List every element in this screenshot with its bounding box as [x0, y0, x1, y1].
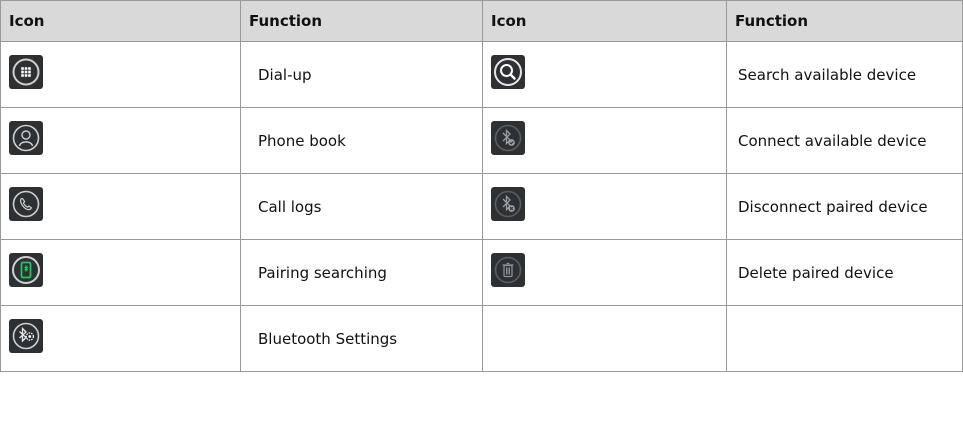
delete-trash-icon [491, 252, 525, 287]
table-row: Phone book Connect available device [0, 107, 963, 174]
header-icon: Icon [0, 0, 241, 42]
icon-function-table: Icon Function Icon Function Dial-up Sear… [0, 0, 963, 372]
table-row: Pairing searching Delete paired device [0, 239, 963, 306]
function-call-logs: Call logs [240, 173, 483, 240]
search-icon [491, 54, 525, 89]
bluetooth-connect-icon [491, 120, 525, 155]
phonebook-contact-icon [9, 120, 43, 155]
header-function: Function [240, 0, 483, 42]
empty-cell [726, 305, 963, 372]
dialpad-icon [9, 54, 43, 89]
empty-cell [482, 305, 727, 372]
header-row: Icon Function Icon Function [0, 0, 963, 42]
function-search-available-device: Search available device [726, 41, 963, 108]
bluetooth-disconnect-icon [491, 186, 525, 221]
table-row: Dial-up Search available device [0, 41, 963, 108]
pairing-search-phone-icon [9, 252, 43, 287]
function-disconnect-paired-device: Disconnect paired device [726, 173, 963, 240]
table-row: Call logs Disconnect paired device [0, 173, 963, 240]
function-pairing-searching: Pairing searching [240, 239, 483, 306]
table-row: Bluetooth Settings [0, 305, 963, 372]
header-function-2: Function [726, 0, 963, 42]
function-bluetooth-settings: Bluetooth Settings [240, 305, 483, 372]
call-log-phone-icon [9, 186, 43, 221]
bluetooth-settings-icon [9, 318, 43, 353]
function-dial-up: Dial-up [240, 41, 483, 108]
function-connect-available-device: Connect available device [726, 107, 963, 174]
header-icon-2: Icon [482, 0, 727, 42]
function-phone-book: Phone book [240, 107, 483, 174]
function-delete-paired-device: Delete paired device [726, 239, 963, 306]
